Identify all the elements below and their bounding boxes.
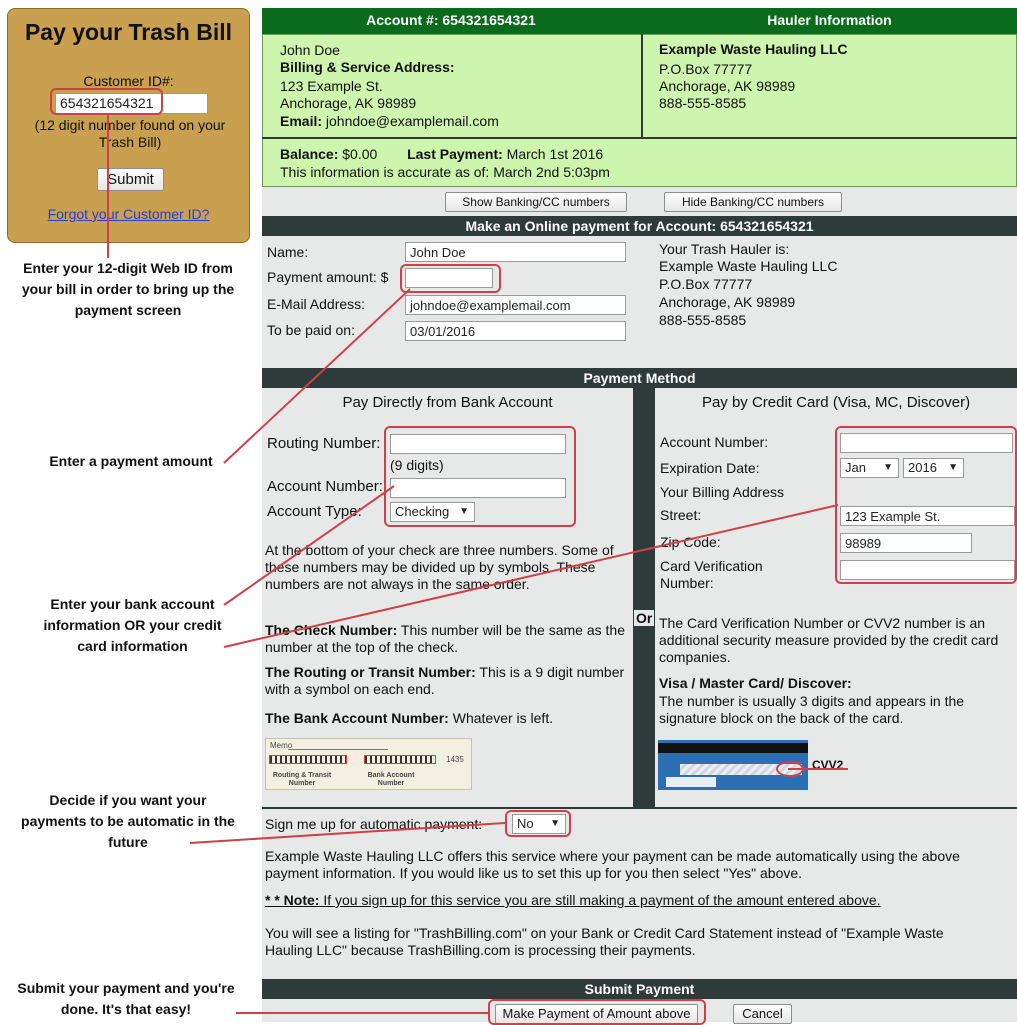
callout-lines xyxy=(107,115,848,1014)
